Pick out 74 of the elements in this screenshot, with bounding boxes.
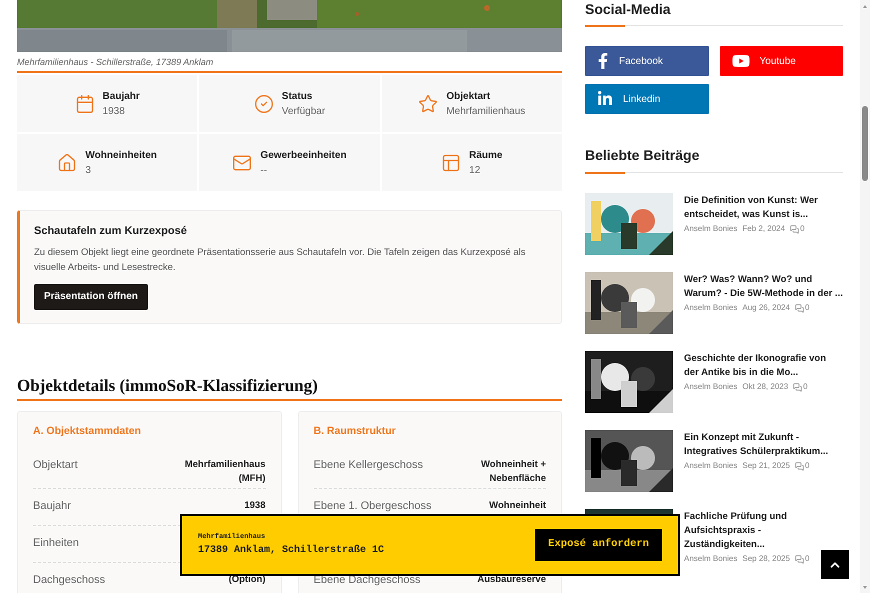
post-author: Anselm Bonies [684, 302, 738, 314]
post-date: Feb 2, 2024 [742, 223, 786, 235]
detail-label: Dachgeschoss [33, 573, 106, 588]
comment-count: 0 [800, 223, 805, 235]
comments-icon [793, 382, 802, 392]
facebook-icon [597, 53, 609, 69]
fact-value: 1938 [102, 104, 126, 118]
post-title[interactable]: Ein Konzept mit Zukunft - Integratives Schülerpraktikum... [684, 430, 843, 459]
detail-label: Ebene Kellergeschoss [314, 458, 423, 472]
section-heading: Objektdetails (immoSoR-Klassifizierung) [17, 374, 319, 396]
check-circle-icon [254, 94, 274, 114]
post-date: Okt 28, 2023 [742, 381, 788, 393]
detail-value: 1938 [243, 499, 266, 514]
play-icon [732, 53, 750, 69]
calendar-icon [74, 94, 95, 114]
fact-value: 3 [85, 164, 92, 178]
comments-icon [794, 462, 804, 470]
star-icon [418, 94, 438, 114]
comment-count: 0 [803, 381, 808, 393]
fact-label: Räume [469, 148, 502, 162]
detail-label: Ebene 1. Obergeschoss [314, 499, 432, 514]
comment-count: 0 [804, 460, 810, 472]
comment-count: 0 [804, 553, 810, 565]
post-date: Aug 26, 2024 [742, 302, 790, 314]
fact-value: -- [260, 164, 268, 178]
post-title[interactable]: Die Definition von Kunst: Wer entscheidet, was Kunst is... [684, 193, 843, 222]
card-title: A. Objektstammdaten [33, 424, 142, 438]
fact-label: Gewerbeeinheiten [260, 148, 347, 162]
post-author: Anselm Bonies [684, 223, 738, 235]
post-title[interactable]: Fachliche Prüfung und Aufsichtspraxis - Zuständigkeiten... [684, 509, 843, 552]
post-title[interactable]: Geschichte der Ikonografie von der Antike bis in die Mo... [684, 351, 843, 380]
detail-label: Baujahr [33, 499, 71, 514]
sidebar-heading: Social-Media [585, 0, 672, 18]
comments-icon [794, 304, 804, 312]
detail-value: Mehrfamilienhaus (MFH) [184, 458, 266, 486]
back-to-top-button[interactable] [821, 550, 849, 579]
envelope-icon [232, 152, 252, 172]
info-title: Schautafeln zum Kurzexposé [34, 224, 188, 239]
scrollbar[interactable] [860, 0, 870, 593]
fact-label: Wohneinheiten [85, 148, 157, 162]
fact-label: Baujahr [102, 90, 140, 104]
social-button[interactable]: Facebook [585, 46, 708, 76]
fact-label: Objektart [446, 90, 492, 104]
post-date: Sep 21, 2025 [742, 460, 790, 472]
banner-address: 17389 Anklam, Schillerstraße 1C [198, 544, 384, 558]
sidebar-heading: Beliebte Beiträge [585, 146, 700, 164]
fact-value: 12 [469, 164, 482, 178]
info-text: Zu diesem Objekt liegt eine geordnete Präsentationsserie aus Schautafeln vor. Die Tafeln zeigen das Kurzexposé als visuelle Arbeits- und Lesestrecke. [34, 246, 526, 274]
fact-value: Verfügbar [282, 104, 326, 118]
house-icon [57, 152, 78, 172]
open-presentation-button[interactable]: Präsentation öffnen [34, 284, 148, 310]
comments-icon [790, 224, 800, 234]
request-expose-button[interactable]: Exposé anfordern [535, 529, 662, 561]
image-caption: Mehrfamilienhaus - Schillerstraße, 17389 Anklam [17, 56, 214, 69]
card-title: B. Raumstruktur [314, 424, 397, 438]
detail-label: Objektart [33, 458, 78, 472]
social-button[interactable]: Linkedin [585, 84, 708, 114]
detail-value: Wohneinheit [488, 499, 546, 514]
fact-label: Status [282, 90, 314, 104]
post-author: Anselm Bonies [684, 553, 738, 565]
comments-icon [794, 554, 804, 564]
post-author: Anselm Bonies [684, 460, 738, 472]
detail-value: Ausbaureserve [476, 573, 546, 588]
linkedin-icon [597, 91, 613, 107]
comment-count: 0 [804, 302, 810, 314]
social-button[interactable]: Youtube [720, 46, 843, 76]
fact-value: Mehrfamilienhaus [446, 104, 526, 118]
post-title[interactable]: Wer? Was? Wann? Wo? und Warum? - Die 5W-Methode in der ... [684, 272, 843, 301]
post-date: Sep 28, 2025 [742, 553, 790, 565]
layout-icon [441, 152, 462, 172]
detail-label: Einheiten [33, 536, 79, 550]
detail-value: (Option) [228, 573, 266, 588]
post-author: Anselm Bonies [684, 381, 738, 393]
detail-value: Wohneinheit + Nebenfläche [480, 458, 546, 486]
